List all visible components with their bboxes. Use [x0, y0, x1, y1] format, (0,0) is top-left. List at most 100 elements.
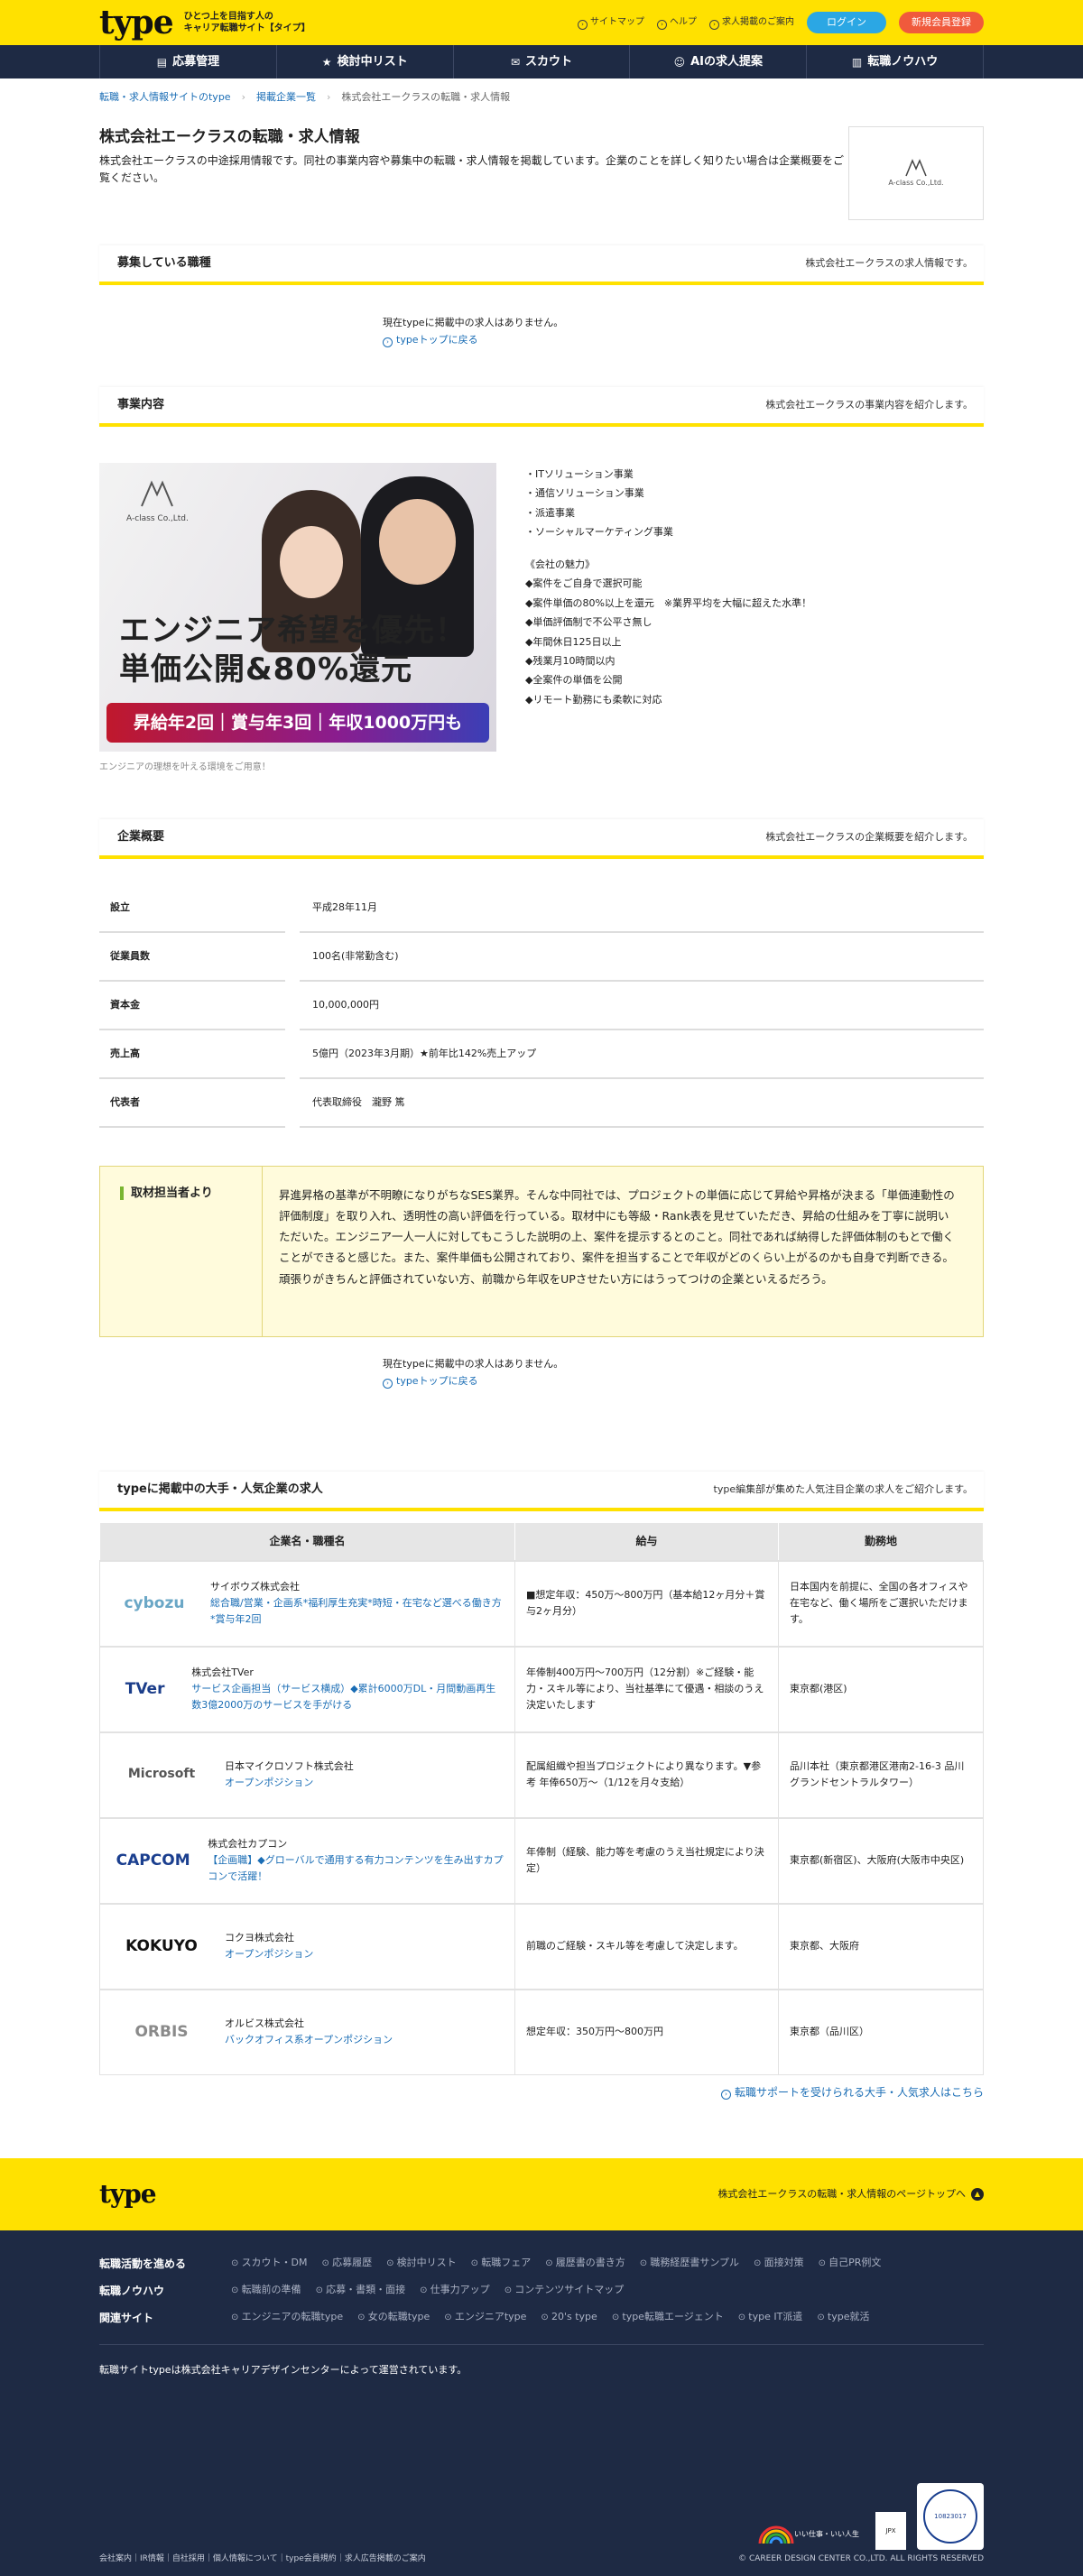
business-list-item: ・ソーシャルマーケティング事業 [525, 526, 673, 539]
rainbow-badge: いい仕事・いい人生 [753, 2519, 865, 2550]
job-title-link[interactable]: バックオフィス系オープンポジション [225, 2034, 393, 2045]
location: 東京都、大阪府 [778, 1902, 984, 1990]
chevron-right-icon: › [241, 91, 245, 104]
salary: 年俸制（経験、能力等を考慮のうえ当社規定により決定） [514, 1816, 779, 1904]
aclass-logo: A-class Co.,Ltd. [126, 479, 189, 525]
job-title-link[interactable]: サービス企画担当（サービス横成）◆累計6000万DL・月間動画再生数3億2000… [191, 1683, 495, 1711]
footer-link[interactable]: 女の転職type [357, 2310, 430, 2326]
breadcrumb-home[interactable]: 転職・求人情報サイトのtype [99, 90, 231, 106]
back-to-top-link[interactable]: › typeトップに戻る [383, 1374, 984, 1390]
company-logo: Microsoft [127, 1767, 196, 1782]
chevron-right-icon: › [326, 91, 331, 104]
salary: 前職のご経験・スキル等を考慮して決定します。 [514, 1902, 779, 1990]
salary: 年俸制400万円～700万円（12分割）※ご経験・能力・スキル等により、当社基準… [514, 1645, 779, 1732]
business-list-item: ・派遣事業 [525, 506, 575, 519]
breadcrumb-companies[interactable]: 掲載企業一覧 [256, 90, 316, 106]
table-row[interactable]: ORBIS オルビス株式会社 バックオフィス系オープンポジション 想定年収：350万円… [99, 1988, 984, 2075]
footer-link[interactable]: エンジニアの転職type [231, 2310, 344, 2326]
nav-ai-suggest[interactable]: ☺ AIの求人提案 [629, 45, 806, 78]
interviewer-comment: 取材担当者より 昇進昇格の基準が不明瞭になりがちなSES業界。そんな中同社では、… [99, 1166, 984, 1337]
table-row: 設立 平成28年11月 [99, 884, 984, 933]
location: 品川本社（東京都港区港南2-16-3 品川グランドセントラルタワー） [778, 1731, 984, 1818]
salary: 配属組織や担当プロジェクトにより異なります。▼参考 年俸650万～（1/12を月… [514, 1731, 779, 1818]
company-name: サイボウズ株式会社 [210, 1580, 300, 1593]
footer-link[interactable]: 転職前の準備 [231, 2283, 301, 2299]
company-logo: TVer [125, 1679, 165, 1698]
footer-link[interactable]: スカウト・DM [231, 2256, 308, 2272]
table-row[interactable]: KOKUYO コクヨ株式会社 オープンポジション 前職のご経験・スキル等を考慮して決定… [99, 1902, 984, 1990]
job-title-link[interactable]: オープンポジション [225, 1948, 313, 1960]
type-logo[interactable]: type [99, 6, 174, 39]
no-jobs-message: 現在typeに掲載中の求人はありません。 › typeトップに戻る [383, 316, 984, 347]
overview-table: 設立 平成28年11月 従業員数 100名(非常勤含む) 資本金 10,000,000… [99, 884, 984, 1128]
footer-link[interactable]: type就活 [817, 2310, 870, 2326]
circle-arrow-icon: › [383, 1378, 393, 1389]
page-top-link[interactable]: 株式会社エークラスの転職・求人情報のページトップへ ▲ [717, 2187, 984, 2202]
footer-link[interactable]: 履歴書の書き方 [545, 2256, 625, 2272]
table-row[interactable]: Microsoft 日本マイクロソフト株式会社 オープンポジション 配属組織や担当プロ… [99, 1731, 984, 1818]
business-list-item: ◆案件単価の80%以上を還元 ※業界平均を大幅に超えた水準！ [525, 596, 812, 609]
table-row[interactable]: CAPCOM 株式会社カプコン 【企画職】◆グローバルで通用する有力コンテンツを生み… [99, 1816, 984, 1904]
document-icon: ▤ [156, 55, 168, 69]
section-header-popular: typeに掲載中の大手・人気企業の求人 type編集部が集めた人気注目企業の求人を… [99, 1472, 984, 1511]
footer-link[interactable]: 転職フェア [471, 2256, 531, 2272]
location: 東京都（品川区） [778, 1988, 984, 2075]
footer-link[interactable]: 自己PR例文 [819, 2256, 881, 2272]
help-link[interactable]: › ヘルプ [657, 15, 697, 30]
table-row[interactable]: TVer 株式会社TVer サービス企画担当（サービス横成）◆累計6000万DL・月… [99, 1645, 984, 1732]
nav-favorites[interactable]: ★ 検討中リスト [275, 45, 453, 78]
breadcrumb-current: 株式会社エークラスの転職・求人情報 [341, 91, 511, 104]
business-list: ・ITソリューション事業 ・通信ソリューション事業 ・派遣事業 ・ソーシャルマーケティ… [525, 463, 811, 774]
footer-link[interactable]: type IT派遣 [738, 2310, 802, 2326]
nav-knowhow[interactable]: ▥ 転職ノウハウ [806, 45, 984, 78]
table-row: 資本金 10,000,000円 [99, 982, 984, 1030]
footer-bottom-links[interactable]: 会社案内｜IR情報｜自社採用｜個人情報について｜type会員規約｜求人広告掲載の… [99, 2553, 426, 2566]
job-posting-link[interactable]: › 求人掲載のご案内 [709, 15, 794, 30]
aclass-logo-icon [905, 159, 927, 177]
section-header-overview: 企業概要 株式会社エークラスの企業概要を紹介します。 [99, 819, 984, 859]
footer-link[interactable]: 面接対策 [754, 2256, 804, 2272]
footer-link[interactable]: 応募・書類・面接 [316, 2283, 405, 2299]
section-header-jobs: 募集している職種 株式会社エークラスの求人情報です。 [99, 245, 984, 285]
copyright: © CAREER DESIGN CENTER CO.,LTD. ALL RIGH… [738, 2554, 984, 2563]
salary: ■想定年収：450万～800万円（基本給12ヶ月分＋賞与2ヶ月分） [514, 1559, 779, 1647]
table-row: 従業員数 100名(非常勤含む) [99, 933, 984, 982]
robot-icon: ☺ [673, 55, 686, 69]
footer-link[interactable]: 検討中リスト [386, 2256, 457, 2272]
footer-link[interactable]: 職務経歴書サンプル [640, 2256, 739, 2272]
footer-link[interactable]: 20's type [541, 2310, 597, 2326]
location: 東京都(新宿区)、大阪府(大阪市中央区) [778, 1816, 984, 1904]
breadcrumb: 転職・求人情報サイトのtype › 掲載企業一覧 › 株式会社エークラスの転職・… [99, 78, 984, 117]
more-popular-link[interactable]: › 転職サポートを受けられる大手・人気求人はこちら [720, 2086, 984, 2100]
footer-link-row: 転職ノウハウ 転職前の準備応募・書類・面接仕事力アップコンテンツサイトマップ [99, 2283, 984, 2299]
no-jobs-message: 現在typeに掲載中の求人はありません。 › typeトップに戻る [383, 1357, 984, 1389]
privacy-mark-badge: 10823017 [917, 2483, 984, 2550]
nav-applications[interactable]: ▤ 応募管理 [99, 45, 276, 78]
jpx-badge: JPX [875, 2512, 906, 2550]
footer-logo[interactable]: type [99, 2182, 157, 2207]
footer-link[interactable]: エンジニアtype [444, 2310, 527, 2326]
job-title-link[interactable]: 【企画職】◆グローバルで通用する有力コンテンツを生み出すカプコンで活躍！ [208, 1854, 503, 1882]
business-image: A-class Co.,Ltd. エンジニア希望を優先！ 単価公開&80%還元 昇… [99, 463, 496, 752]
sitemap-link[interactable]: › サイトマップ [578, 15, 644, 30]
nav-scout[interactable]: ✉ スカウト [452, 45, 630, 78]
table-row[interactable]: cybozu サイボウズ株式会社総合職/営業・企画系*福利厚生充実*時短・在宅など… [99, 1559, 984, 1647]
business-list-item: ◆単価評価制で不公平さ無し [525, 616, 653, 629]
mail-icon: ✉ [510, 55, 521, 69]
arrow-up-icon: ▲ [971, 2188, 984, 2201]
back-to-top-link[interactable]: › typeトップに戻る [383, 333, 984, 348]
company-name: コクヨ株式会社 [225, 1931, 294, 1944]
footer-link[interactable]: コンテンツサイトマップ [504, 2283, 624, 2299]
login-button[interactable]: ログイン [807, 11, 886, 34]
business-list-item: ◆全案件の単価を公開 [525, 674, 623, 687]
location: 日本国内を前提に、全国の各オフィスや在宅など、働く場所をご選択いただけます。 [778, 1559, 984, 1647]
job-title-link[interactable]: オープンポジション [225, 1777, 313, 1788]
register-button[interactable]: 新規会員登録 [899, 11, 984, 34]
footer-link[interactable]: 応募履歴 [322, 2256, 372, 2272]
footer-link[interactable]: 仕事力アップ [420, 2283, 490, 2299]
table-row: 売上高 5億円（2023年3月期）★前年比142%売上アップ [99, 1030, 984, 1079]
footer-link[interactable]: type転職エージェント [612, 2310, 723, 2326]
company-name: 日本マイクロソフト株式会社 [225, 1759, 354, 1772]
job-title-link[interactable]: 総合職/営業・企画系*福利厚生充実*時短・在宅など選べる働き方*賞与年2回 [210, 1597, 502, 1625]
company-logo: cybozu [124, 1593, 185, 1612]
